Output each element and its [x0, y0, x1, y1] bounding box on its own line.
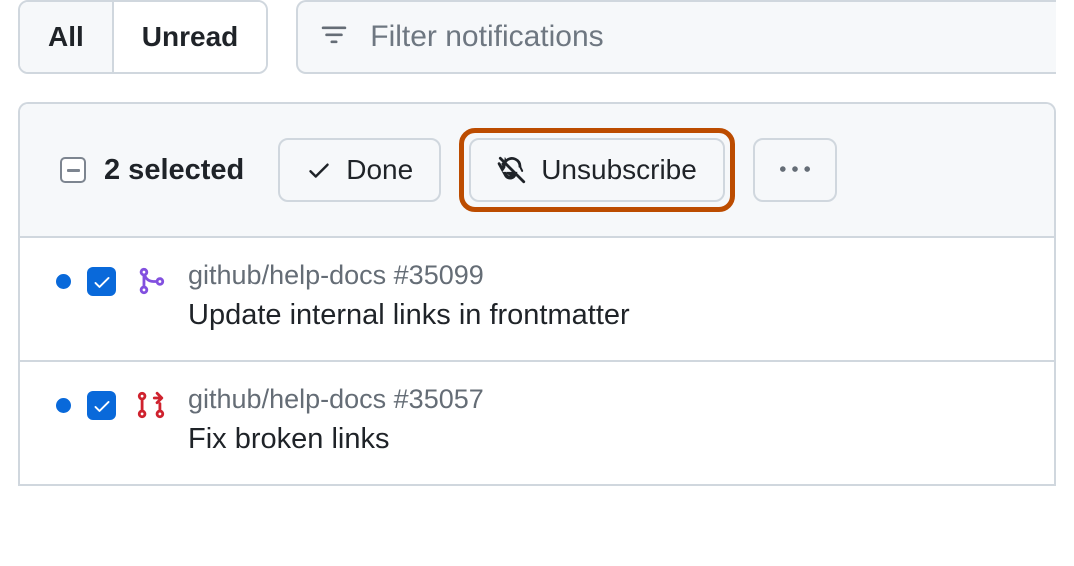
tab-all[interactable]: All	[20, 2, 112, 72]
git-pull-request-icon	[136, 390, 166, 420]
check-icon	[306, 157, 332, 183]
filter-icon	[320, 23, 348, 51]
notification-title: Fix broken links	[188, 423, 484, 456]
bell-slash-icon	[497, 155, 527, 185]
notification-title: Update internal links in frontmatter	[188, 299, 630, 332]
row-checkbox[interactable]	[87, 267, 116, 296]
action-bar: 2 selected Done Unsubscribe	[20, 104, 1054, 238]
notification-text: github/help-docs #35057 Fix broken links	[188, 384, 484, 456]
more-actions-button[interactable]	[753, 138, 837, 202]
select-all-checkbox[interactable]	[60, 157, 86, 183]
row-checkbox[interactable]	[87, 391, 116, 420]
tab-unread[interactable]: Unread	[112, 2, 266, 72]
filter-placeholder: Filter notifications	[370, 20, 603, 54]
tab-group: All Unread	[18, 0, 268, 74]
unread-dot-icon	[56, 274, 71, 289]
unread-dot-icon	[56, 398, 71, 413]
notification-row[interactable]: github/help-docs #35057 Fix broken links	[20, 362, 1054, 486]
repo-name: github/help-docs	[188, 260, 386, 290]
highlight-outline: Unsubscribe	[459, 128, 735, 212]
done-label: Done	[346, 154, 413, 186]
filter-input[interactable]: Filter notifications	[296, 0, 1056, 74]
selected-count-label: 2 selected	[104, 154, 244, 187]
select-all-group: 2 selected	[60, 154, 244, 187]
git-merge-icon	[136, 266, 166, 296]
done-button[interactable]: Done	[278, 138, 441, 202]
issue-number: #35099	[394, 260, 484, 290]
notifications-panel: 2 selected Done Unsubscribe	[18, 102, 1056, 486]
issue-number: #35057	[394, 384, 484, 414]
repo-name: github/help-docs	[188, 384, 386, 414]
unsubscribe-label: Unsubscribe	[541, 154, 697, 186]
notification-text: github/help-docs #35099 Update internal …	[188, 260, 630, 332]
kebab-icon	[780, 155, 810, 185]
unsubscribe-button[interactable]: Unsubscribe	[469, 138, 725, 202]
notification-row[interactable]: github/help-docs #35099 Update internal …	[20, 238, 1054, 362]
